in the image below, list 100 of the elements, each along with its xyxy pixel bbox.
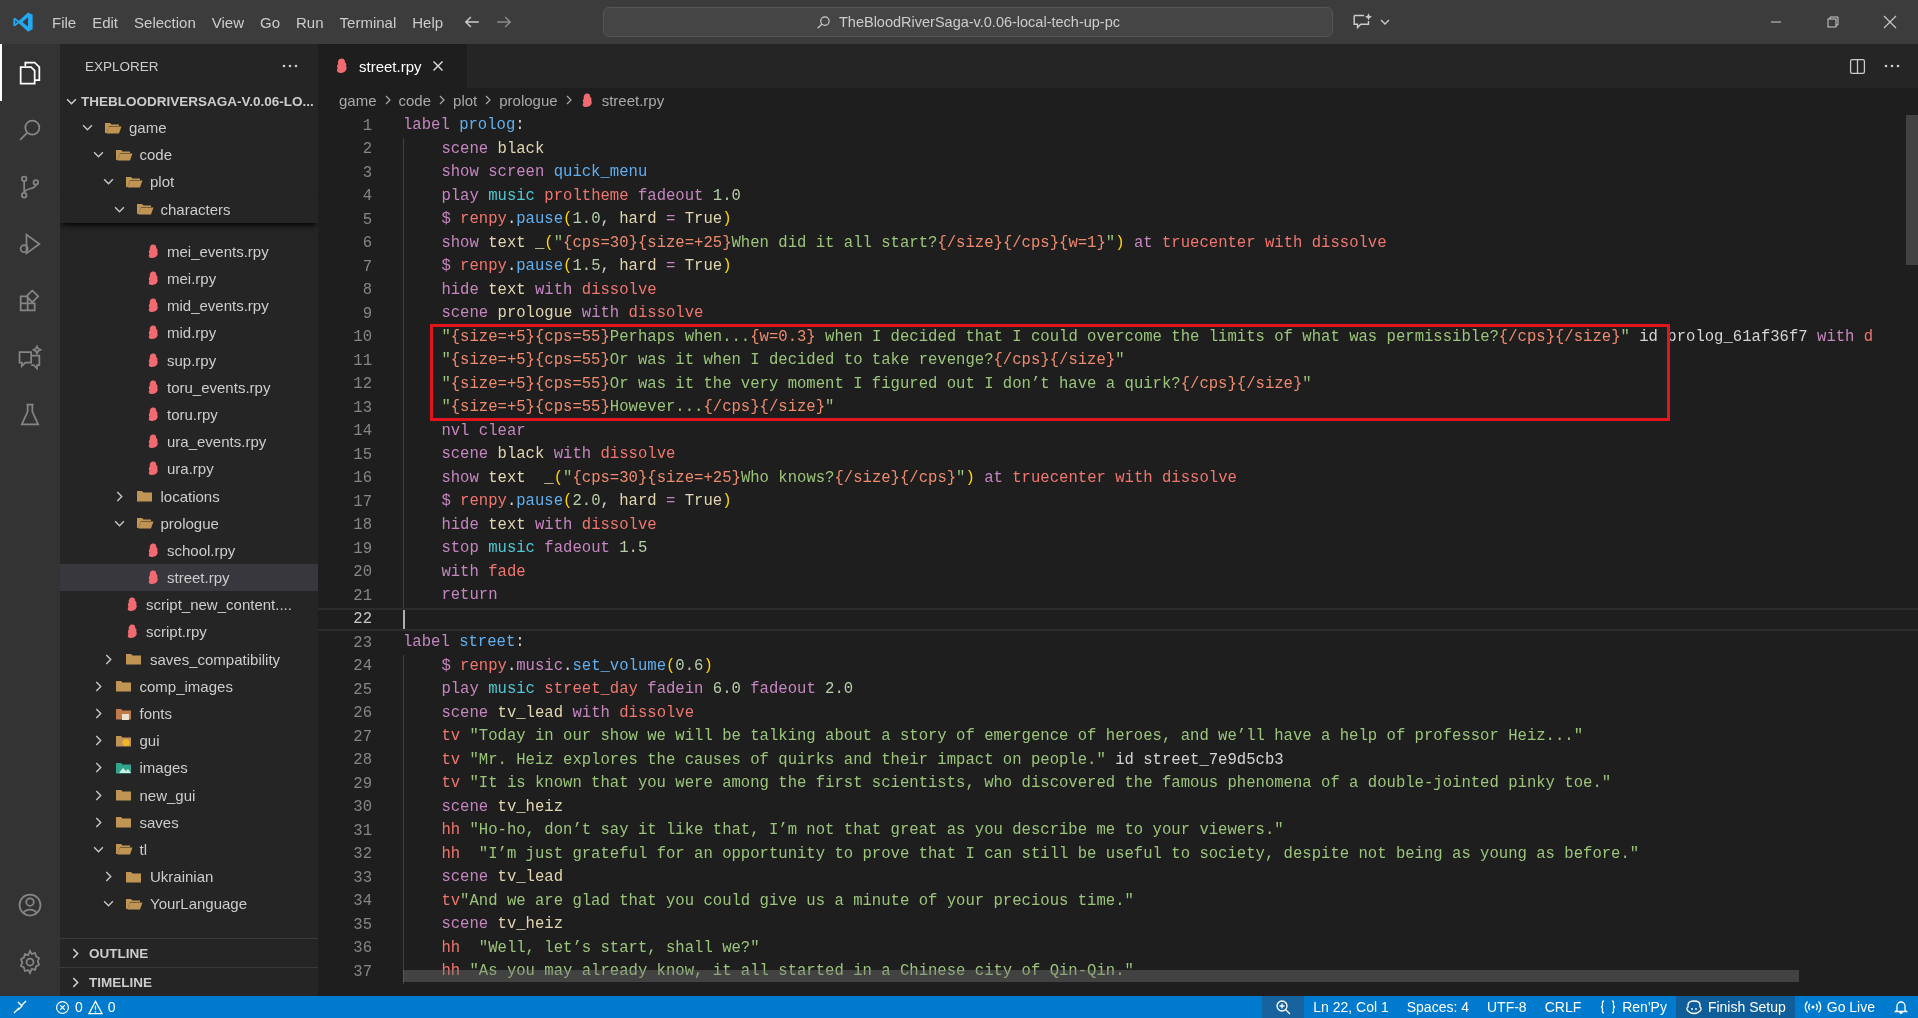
line-number: 11 (352, 351, 372, 370)
line-number: 35 (352, 915, 372, 934)
line-number: 18 (352, 516, 372, 535)
file-icon (146, 242, 160, 260)
status-item[interactable]: Finish Setup (1675, 996, 1795, 1018)
tree-item[interactable]: code (60, 141, 318, 169)
tree-item[interactable]: script.rpy (60, 618, 318, 646)
restore-icon[interactable] (1825, 14, 1841, 30)
tree-item[interactable]: mei.rpy (60, 264, 318, 293)
code-line: return (403, 584, 498, 608)
folder-icon (125, 651, 143, 668)
line-number: 16 (352, 469, 372, 488)
tree-item[interactable]: sup.rpy (60, 346, 318, 374)
line-number: 2 (361, 140, 372, 159)
tree-item[interactable]: toru.rpy (60, 400, 318, 429)
chat-sparkle-icon[interactable] (1352, 12, 1374, 30)
tree-item[interactable]: mid.rpy (60, 319, 318, 347)
close-icon[interactable] (1882, 14, 1898, 30)
status-item[interactable] (1262, 996, 1305, 1018)
menu-item[interactable]: Run (288, 9, 332, 35)
bell-icon (1893, 999, 1909, 1015)
menu-item[interactable]: Edit (84, 9, 127, 35)
tree-item[interactable]: new_gui (60, 781, 318, 809)
breadcrumb-item[interactable]: game (339, 91, 377, 109)
file-icon (146, 569, 160, 587)
status-item[interactable]: CRLF (1535, 996, 1591, 1018)
code-line: tv "Mr. Heiz explores the causes of quirks and their impact on people." id street_7e9d5cb3 (403, 748, 1284, 772)
tree-item[interactable]: street.rpy (60, 564, 318, 592)
line-number: 8 (361, 281, 372, 300)
menu-item[interactable]: Terminal (331, 9, 405, 35)
tree-item[interactable]: ura.rpy (60, 455, 318, 483)
code-line: hh "As you may already know, it all started in a Chinese city of Qin-Qin." (403, 960, 1134, 984)
close-icon[interactable] (431, 60, 444, 72)
vertical-scrollbar[interactable] (1906, 115, 1918, 265)
open-folder-icon (114, 841, 133, 858)
tree-item[interactable]: toru_events.rpy (60, 373, 318, 401)
status-item[interactable]: Go Live (1794, 996, 1884, 1018)
code-line: show text _("{cps=30}{size=+25}When did it all start?{/size}{/cps}{w=1}") at truecenter with dissolve (403, 231, 1387, 255)
tree-item[interactable]: saves_compatibility (60, 645, 318, 673)
tree-item[interactable]: prologue (60, 509, 318, 537)
breadcrumb-item[interactable]: street.rpy (579, 91, 665, 109)
code-line: hh "Ho-ho, don’t say it like that, I’m not that great as you describe me to your viewers." (403, 819, 1284, 843)
broadcast-icon (1803, 999, 1822, 1015)
line-number: 17 (352, 492, 372, 511)
menu-item[interactable]: Go (252, 9, 288, 35)
breadcrumb-item[interactable]: prologue (499, 91, 558, 109)
menu-item[interactable]: View (203, 9, 252, 35)
status-item[interactable]: UTF-8 (1478, 996, 1536, 1018)
tree-item[interactable]: locations (60, 482, 318, 510)
line-number: 25 (352, 680, 372, 699)
status-item[interactable]: Spaces: 4 (1397, 996, 1478, 1018)
remote-icon[interactable] (12, 999, 28, 1015)
editor-tab[interactable]: street.rpy (318, 44, 467, 88)
split-editor-icon[interactable] (1849, 57, 1866, 75)
tree-item[interactable]: tl (60, 835, 318, 864)
tree-item[interactable]: comp_images (60, 672, 318, 700)
project-header[interactable]: THEBLOODRIVERSAGA-V.0.06-LO... (60, 88, 318, 114)
breadcrumb-item[interactable]: plot (453, 91, 478, 109)
tree-item[interactable]: gui (60, 727, 318, 755)
tree-item[interactable]: script_new_content.... (60, 591, 318, 619)
status-item[interactable]: Ren'Py (1590, 996, 1676, 1018)
tree-item[interactable]: YourLanguage (60, 890, 318, 918)
code-line: "{size=+5}{cps=55}Perhaps when...{w=0.3} when I decided that I could overcome the limits of what was permissible?{/cps}{/size}" id prolog_61af36f7 with d (403, 325, 1874, 349)
section-header[interactable]: OUTLINE (60, 938, 318, 967)
status-item[interactable]: Ln 22, Col 1 (1304, 996, 1398, 1018)
file-icon (334, 57, 349, 75)
tree-item[interactable]: characters (60, 195, 318, 223)
tree-item[interactable]: saves (60, 808, 318, 836)
line-number: 13 (352, 398, 372, 417)
code-line: show text _("{cps=30}{size=+25}Who knows?{/size}{/cps}") at truecenter with dissolve (403, 466, 1237, 490)
breadcrumb-item[interactable]: code (398, 91, 432, 109)
line-number: 22 (352, 610, 372, 629)
tree-item[interactable]: fonts (60, 699, 318, 728)
more-icon[interactable] (1884, 64, 1900, 68)
tree-item[interactable]: ura_events.rpy (60, 428, 318, 456)
chevron-down-icon[interactable] (1380, 17, 1390, 27)
menu-item[interactable]: Selection (126, 9, 204, 35)
menu-item[interactable]: File (44, 9, 85, 35)
line-number: 21 (352, 586, 372, 605)
line-number: 28 (352, 751, 372, 770)
tree-item[interactable]: school.rpy (60, 536, 318, 564)
folder-icon (114, 678, 133, 695)
code-line: label street: (403, 632, 525, 653)
line-number: 27 (352, 727, 372, 746)
problems-indicator[interactable]: 0 0 (46, 996, 125, 1018)
tree-item[interactable]: game (60, 114, 318, 142)
folder-icon (114, 814, 133, 831)
menu-item[interactable]: Help (404, 9, 452, 35)
tree-item[interactable]: images (60, 754, 318, 782)
code-line: play music proltheme fadeout 1.0 (403, 184, 741, 208)
tree-item[interactable]: mei_events.rpy (60, 237, 318, 265)
tree-item[interactable]: plot (60, 168, 318, 196)
code-line: play music street_day fadein 6.0 fadeout 2.0 (403, 678, 854, 702)
command-center-search[interactable]: TheBloodRiverSaga-v.0.06-local-tech-up-pc (603, 7, 1333, 37)
more-icon[interactable] (282, 64, 298, 68)
tree-item[interactable]: mid_events.rpy (60, 292, 318, 320)
sidebar-title: EXPLORER (85, 58, 159, 74)
tree-item[interactable]: Ukrainian (60, 863, 318, 891)
file-icon (125, 623, 139, 641)
line-number: 32 (352, 845, 372, 864)
